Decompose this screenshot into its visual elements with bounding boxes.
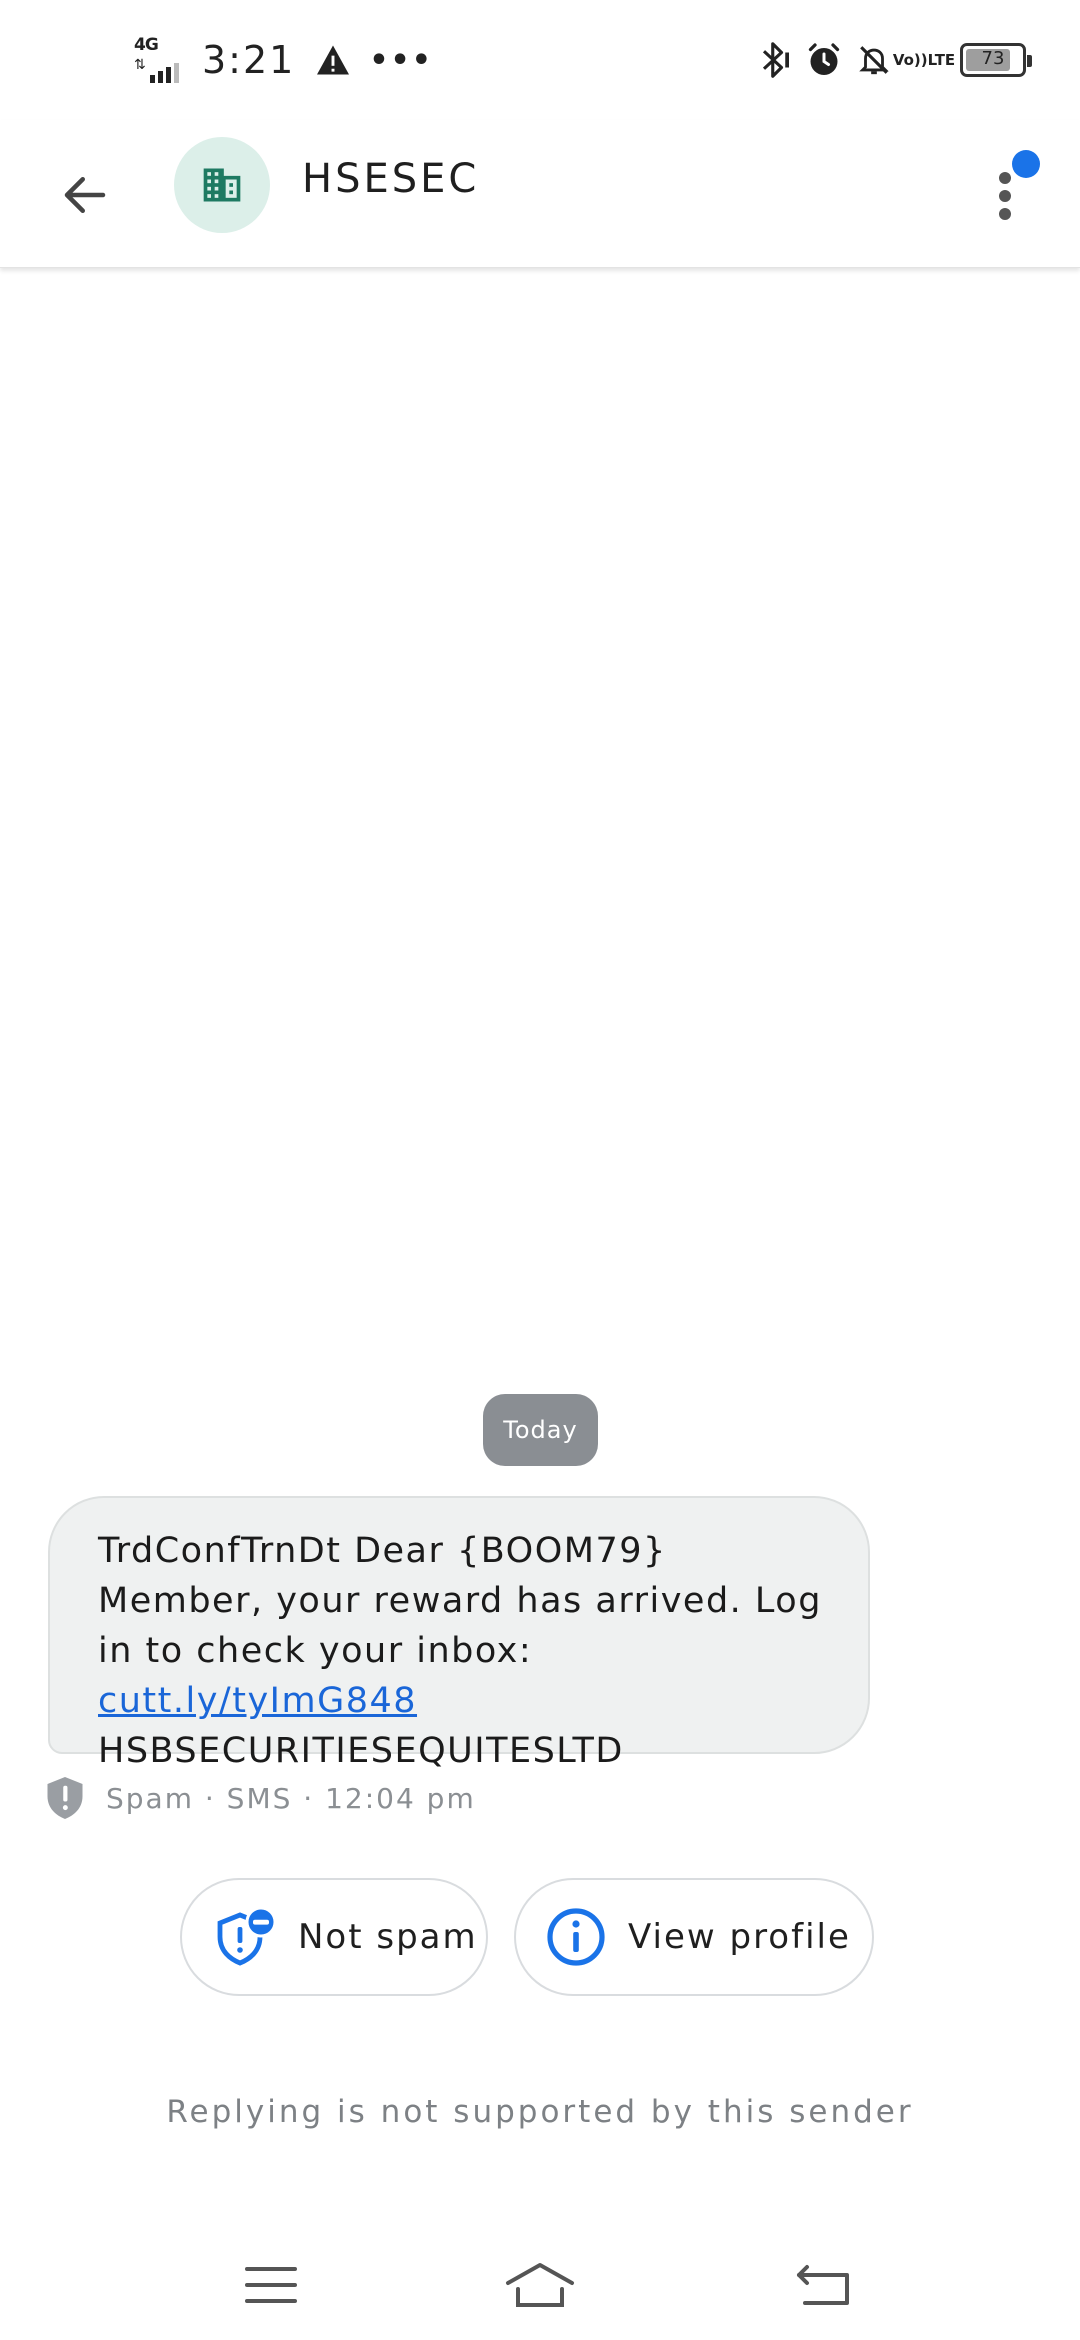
alarm-icon xyxy=(806,40,842,80)
battery-icon: 73 xyxy=(960,43,1032,77)
sender-name[interactable]: HSESEC xyxy=(302,156,479,202)
view-profile-label: View profile xyxy=(628,1917,851,1957)
message-bubble[interactable]: TrdConfTrnDt Dear {BOOM79} Member, your … xyxy=(48,1496,870,1771)
recent-apps-button[interactable] xyxy=(226,2250,316,2320)
message-meta: Spam · SMS · 12:04 pm xyxy=(44,1770,476,1826)
view-profile-button[interactable]: View profile xyxy=(514,1878,874,1996)
not-spam-button[interactable]: Not spam xyxy=(180,1878,488,1996)
system-back-button[interactable] xyxy=(778,2250,868,2320)
clock: 3:21 xyxy=(202,38,296,82)
conversation-toolbar: HSESEC xyxy=(0,120,1080,268)
messages-screen: 4G ⇅ 3:21 ••• Vo)) LTE 73 HSESEC Today T… xyxy=(0,0,1080,2340)
network-type: 4G xyxy=(134,35,159,55)
message-text: TrdConfTrnDt Dear {BOOM79} Member, your … xyxy=(98,1531,822,1671)
notification-dot xyxy=(1012,150,1040,178)
more-notifications-indicator: ••• xyxy=(369,42,433,78)
arrow-left-icon xyxy=(64,177,106,213)
reply-not-supported-note: Replying is not supported by this sender xyxy=(166,2094,914,2130)
status-left: 4G ⇅ 3:21 ••• xyxy=(132,30,433,90)
bluetooth-icon xyxy=(756,40,792,80)
back-button[interactable] xyxy=(50,160,120,230)
home-button[interactable] xyxy=(495,2250,585,2320)
message-signature: HSBSECURITIESEQUITESLTD xyxy=(98,1731,624,1771)
battery-percentage: 73 xyxy=(981,48,1005,69)
menu-icon xyxy=(245,2267,297,2303)
back-icon xyxy=(797,2265,849,2305)
sender-avatar[interactable] xyxy=(174,137,270,233)
message-status: Spam · SMS · 12:04 pm xyxy=(106,1781,476,1815)
status-right: Vo)) LTE 73 xyxy=(756,30,1032,90)
volte-icon: Vo)) LTE xyxy=(892,51,956,69)
home-icon xyxy=(506,2263,574,2307)
message-link[interactable]: cutt.ly/tyImG848 xyxy=(98,1681,417,1721)
not-spam-label: Not spam xyxy=(298,1917,478,1957)
date-separator: Today xyxy=(483,1394,598,1466)
info-icon xyxy=(547,1908,605,1966)
status-bar: 4G ⇅ 3:21 ••• Vo)) LTE 73 xyxy=(0,0,1080,120)
business-building-icon xyxy=(203,168,241,202)
system-navigation-bar xyxy=(0,2240,1080,2340)
signal-icon: 4G ⇅ xyxy=(132,35,188,85)
spam-shield-icon xyxy=(47,1777,83,1819)
shield-remove-icon xyxy=(217,1906,277,1966)
mute-icon xyxy=(856,40,892,80)
more-options-button[interactable] xyxy=(970,144,1040,244)
warning-icon xyxy=(317,45,350,75)
